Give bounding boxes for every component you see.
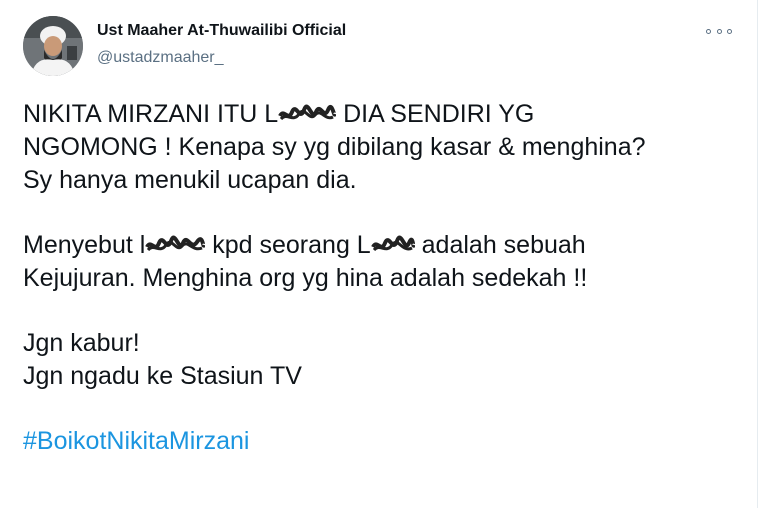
censor-scribble [370,236,415,252]
text-segment: Menyebut l [23,231,146,259]
tweet-line: Kejujuran. Menghina org yg hina adalah s… [23,264,588,292]
text-segment: NIKITA MIRZANI ITU L [23,100,279,128]
author-handle[interactable]: @ustadzmaaher_ [97,49,224,67]
tweet-text: NIKITA MIRZANI ITU L DIA SENDIRI YG NGOM… [23,98,743,458]
tweet-line: Menyebut l kpd seorang L adalah sebuah [23,229,743,262]
tweet-card: Ust Maaher At-Thuwailibi Official @ustad… [0,0,758,508]
tweet-line: Jgn kabur! [23,329,140,357]
more-options-icon[interactable] [706,24,732,38]
tweet-line: Jgn ngadu ke Stasiun TV [23,362,302,390]
tweet-line: Sy hanya menukil ucapan dia. [23,166,357,194]
text-segment: kpd seorang L [212,231,371,259]
censor-scribble [145,236,206,252]
hashtag-link[interactable]: #BoikotNikitaMirzani [23,427,249,455]
more-dot [716,28,722,34]
more-dot [727,28,732,34]
tweet-line: NIKITA MIRZANI ITU L DIA SENDIRI YG [23,98,743,131]
avatar[interactable] [23,16,83,76]
more-dot [706,28,711,34]
tweet-line: #BoikotNikitaMirzani [23,425,743,458]
tweet-line: NGOMONG ! Kenapa sy yg dibilang kasar & … [23,133,646,161]
censor-scribble [278,105,337,121]
text-segment: adalah sebuah [414,231,586,259]
text-segment: DIA SENDIRI YG [336,100,535,128]
avatar-image [23,16,83,76]
author-name[interactable]: Ust Maaher At-Thuwailibi Official [97,22,346,40]
